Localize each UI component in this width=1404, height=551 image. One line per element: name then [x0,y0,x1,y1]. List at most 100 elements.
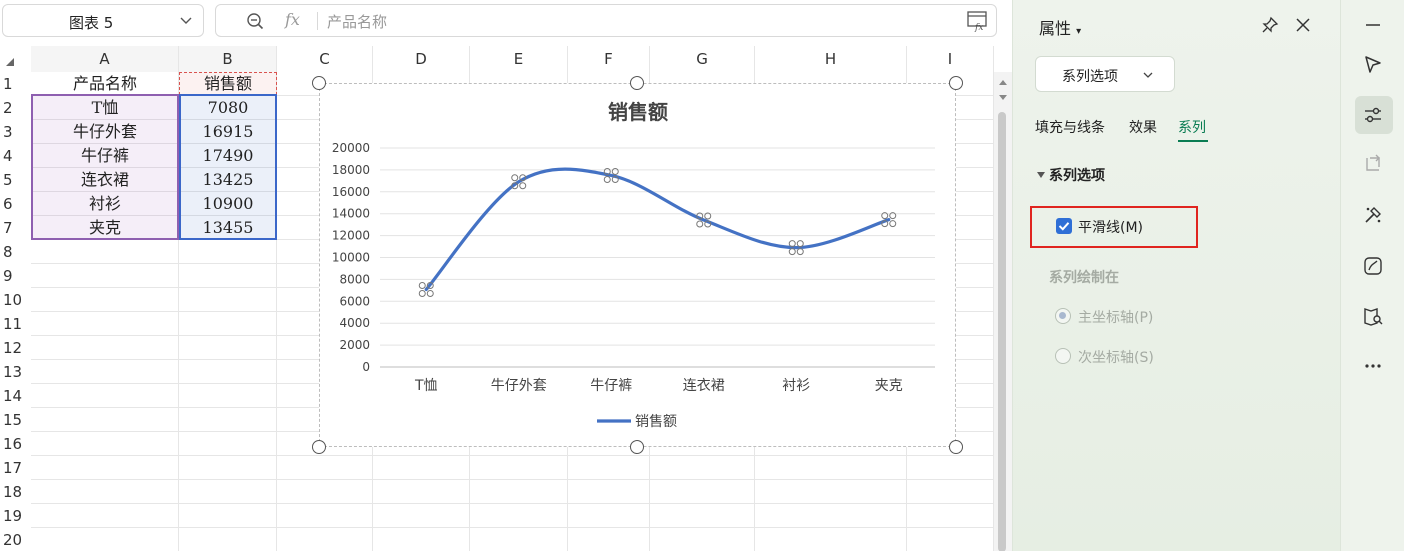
row-header-15[interactable]: 15 [0,408,31,432]
cell-B4[interactable]: 17490 [179,144,277,168]
check-icon [1058,222,1070,231]
row-header-10[interactable]: 10 [0,288,31,312]
secondary-axis-label[interactable]: 次坐标轴(S) [1078,347,1154,367]
row-header-14[interactable]: 14 [0,384,31,408]
legend-label: 销售额 [635,414,677,430]
scrollbar-thumb[interactable] [998,112,1006,551]
column-header-h[interactable]: H [755,46,907,72]
y-tick-label: 14000 [332,207,370,221]
cell-B5[interactable]: 13425 [179,168,277,192]
cell-A4[interactable]: 牛仔裤 [31,144,179,168]
primary-axis-label[interactable]: 主坐标轴(P) [1078,307,1153,327]
panel-title[interactable]: 属性 ▾ [1039,15,1081,39]
section-title-label: 系列选项 [1049,168,1105,184]
chart-canvas: 销售额2000018000160001400012000100008000600… [332,100,935,430]
cell-B3[interactable]: 16915 [179,120,277,144]
row-header-7[interactable]: 7 [0,216,31,240]
row-header-3[interactable]: 3 [0,120,31,144]
expand-formula-icon[interactable]: fx [966,10,988,32]
cell-A3[interactable]: 牛仔外套 [31,120,179,144]
row-header-20[interactable]: 20 [0,528,31,551]
book-search-icon[interactable] [1362,305,1384,327]
tab-fill-line[interactable]: 填充与线条 [1035,117,1105,137]
y-tick-label: 6000 [339,294,370,308]
tab-series[interactable]: 系列 [1178,117,1206,137]
resize-handle-bc[interactable] [630,440,644,454]
row-header-8[interactable]: 8 [0,240,31,264]
name-box[interactable]: 图表 5 [2,4,204,37]
cell-A2[interactable]: T恤 [31,96,179,120]
section-series-options[interactable]: 系列选项 [1037,165,1105,185]
row-header-9[interactable]: 9 [0,264,31,288]
series-options-dropdown[interactable]: 系列选项 [1035,56,1175,92]
select-all-corner[interactable] [0,46,31,72]
scroll-down-icon[interactable] [998,94,1008,102]
vertical-scrollbar[interactable] [994,72,1012,551]
row-header-19[interactable]: 19 [0,504,31,528]
chevron-down-icon[interactable] [179,13,193,27]
row-header-13[interactable]: 13 [0,360,31,384]
tab-effects[interactable]: 效果 [1129,117,1157,137]
column-header-g[interactable]: G [650,46,755,72]
smooth-line-label[interactable]: 平滑线(M) [1078,217,1143,237]
scroll-up-icon[interactable] [998,78,1008,86]
column-header-i[interactable]: I [907,46,994,72]
series-line-1 [424,167,891,292]
collapse-triangle-icon [1037,172,1045,178]
more-icon[interactable] [1362,355,1384,377]
row-header-1[interactable]: 1 [0,72,31,96]
row-header-2[interactable]: 2 [0,96,31,120]
cell-B1[interactable]: 销售额 [179,72,277,96]
pin-icon[interactable] [1261,16,1279,34]
row-line [31,503,994,504]
cell-B2[interactable]: 7080 [179,96,277,120]
cell-A5[interactable]: 连衣裙 [31,168,179,192]
row-header-11[interactable]: 11 [0,312,31,336]
secondary-axis-radio[interactable] [1055,348,1071,364]
chart-style-icon[interactable] [1362,255,1384,277]
row-header-16[interactable]: 16 [0,432,31,456]
row-header-12[interactable]: 12 [0,336,31,360]
column-header-a[interactable]: A [31,46,179,72]
cell-B7[interactable]: 13455 [179,216,277,240]
smooth-line-checkbox[interactable] [1056,218,1072,234]
resize-handle-bl[interactable] [312,440,326,454]
y-tick-label: 8000 [339,272,370,286]
fx-icon[interactable]: fx [285,10,300,29]
resize-handle-tr[interactable] [949,76,963,90]
column-header-d[interactable]: D [373,46,470,72]
row-header-5[interactable]: 5 [0,168,31,192]
row-header-6[interactable]: 6 [0,192,31,216]
select-pointer-icon[interactable] [1362,54,1384,76]
column-header-f[interactable]: F [568,46,650,72]
cell-A7[interactable]: 夹克 [31,216,179,240]
name-box-value: 图表 5 [69,14,114,32]
x-tick-label: 牛仔裤 [590,378,632,394]
column-header-b[interactable]: B [179,46,277,72]
active-tab-indicator [1178,140,1208,142]
transform-icon[interactable] [1362,154,1384,176]
style-tools-icon[interactable] [1362,204,1384,226]
formula-input[interactable]: fx 产品名称 fx [215,4,997,37]
primary-axis-radio[interactable] [1055,308,1071,324]
zoom-out-icon[interactable] [246,12,264,30]
minimize-icon[interactable] [1362,14,1384,36]
column-header-e[interactable]: E [470,46,568,72]
cell-B6[interactable]: 10900 [179,192,277,216]
row-header-18[interactable]: 18 [0,480,31,504]
cell-A6[interactable]: 衬衫 [31,192,179,216]
formula-content[interactable]: 产品名称 [327,11,387,32]
line-chart[interactable]: 销售额 20000 18000 16000 14000 12000 10000 8000 600… [319,83,956,447]
resize-handle-br[interactable] [949,440,963,454]
resize-handle-tl[interactable] [312,76,326,90]
resize-handle-tc[interactable] [630,76,644,90]
close-icon[interactable] [1295,17,1311,33]
caret-down-icon: ▾ [1076,26,1082,37]
row-header-17[interactable]: 17 [0,456,31,480]
properties-icon[interactable] [1362,104,1384,126]
column-header-c[interactable]: C [277,46,373,72]
cell-A1[interactable]: 产品名称 [31,72,179,96]
y-tick-label: 2000 [339,338,370,352]
row-header-4[interactable]: 4 [0,144,31,168]
y-tick-label: 0 [362,360,370,374]
